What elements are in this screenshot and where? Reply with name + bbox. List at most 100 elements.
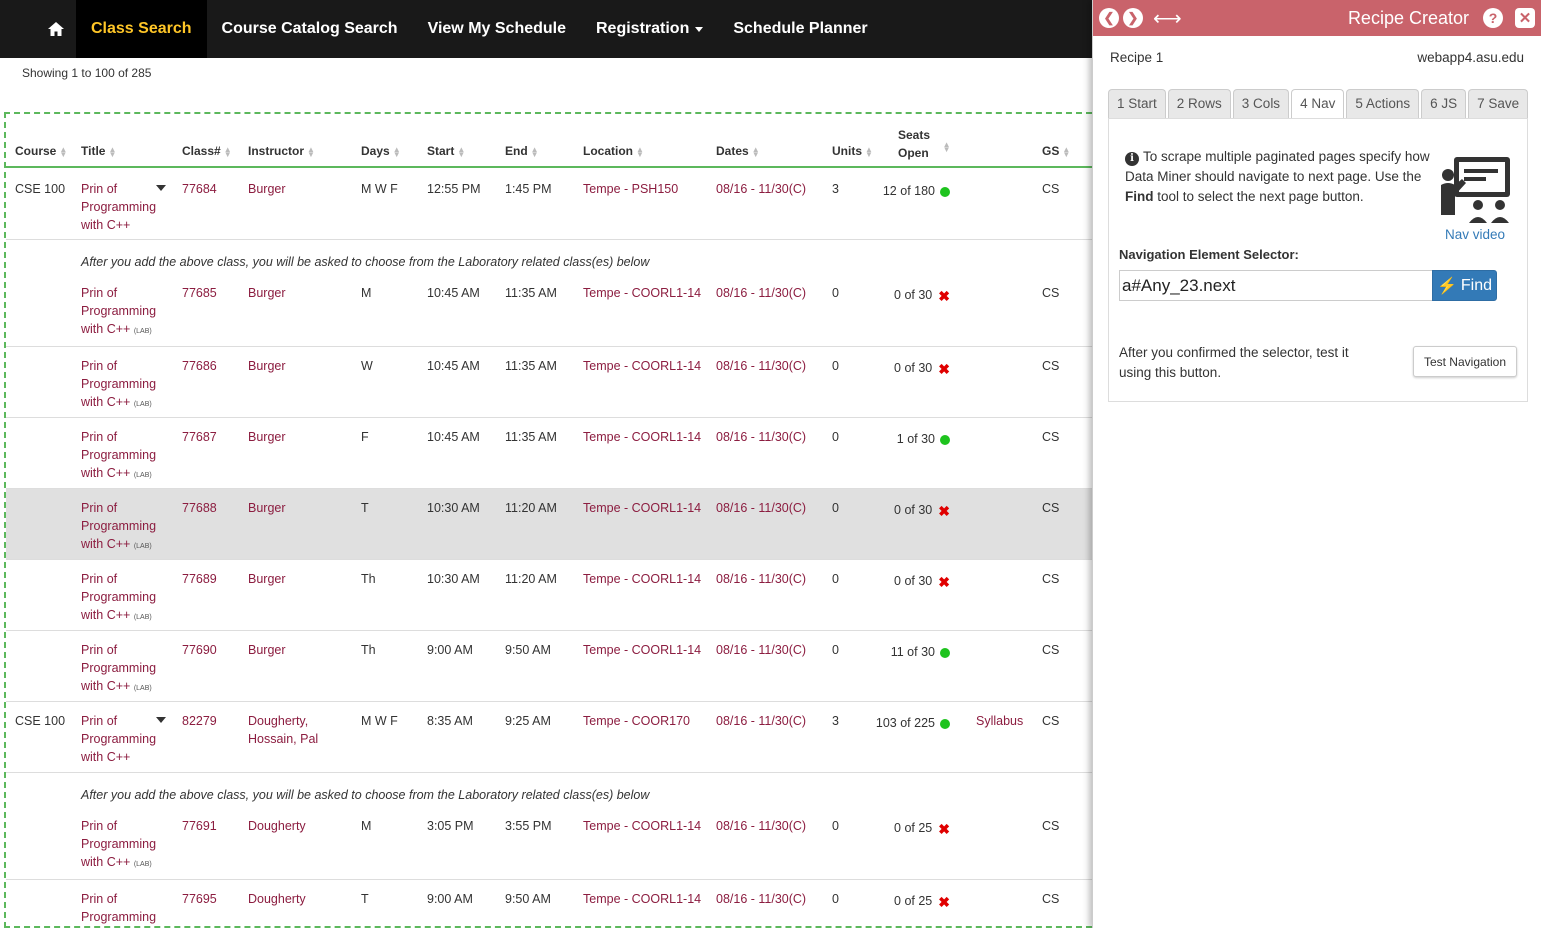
expand-caret-icon[interactable] xyxy=(156,717,166,723)
instructor-link[interactable]: Dougherty xyxy=(248,890,306,908)
col-end[interactable]: End ▲ ▼ xyxy=(505,144,539,158)
expand-caret-icon[interactable] xyxy=(156,185,166,191)
recipe-creator-panel: ❮ ❯ ⟷ Recipe Creator ? ✕ Recipe 1 webapp… xyxy=(1092,0,1541,928)
dates-link[interactable]: 08/16 - 11/30(C) xyxy=(716,428,806,446)
course-title-link[interactable]: Prin of Programming with C++ (LAB) xyxy=(81,817,171,874)
location-link[interactable]: Tempe - COORL1-14 xyxy=(583,570,701,588)
course-title-line: with C++ xyxy=(81,679,131,693)
resize-icon[interactable]: ⟷ xyxy=(1153,6,1182,31)
class-number-link[interactable]: 77691 xyxy=(182,817,217,835)
location-link[interactable]: Tempe - COORL1-14 xyxy=(583,641,701,659)
results-count: Showing 1 to 100 of 285 xyxy=(22,66,152,80)
location-link[interactable]: Tempe - COORL1-14 xyxy=(583,284,701,302)
course-title-link[interactable]: Prin of Programming with C++ (LAB) xyxy=(81,499,171,556)
instructor-link[interactable]: Burger xyxy=(248,357,286,375)
tab-nav[interactable]: 4 Nav xyxy=(1291,89,1345,119)
course-title-link[interactable]: Prin of Programming xyxy=(81,890,171,926)
start-time: 10:30 AM xyxy=(427,501,480,515)
col-open-label: Open xyxy=(898,146,929,160)
tab-start[interactable]: 1 Start xyxy=(1108,89,1166,118)
location-link[interactable]: Tempe - COORL1-14 xyxy=(583,499,701,517)
class-number-link[interactable]: 77687 xyxy=(182,428,217,446)
start-time: 10:45 AM xyxy=(427,430,480,444)
tab-cols[interactable]: 3 Cols xyxy=(1232,89,1290,118)
instructor-link[interactable]: Dougherty, Hossain, Pal xyxy=(248,712,318,748)
table-row: Prin of Programming 77695 Dougherty T 9:00 A… xyxy=(6,880,1092,926)
nav-view-my-schedule[interactable]: View My Schedule xyxy=(413,0,581,58)
dates-link[interactable]: 08/16 - 11/30(C) xyxy=(716,570,806,588)
col-instructor[interactable]: Instructor ▲ ▼ xyxy=(248,144,315,158)
dates-link[interactable]: 08/16 - 11/30(C) xyxy=(716,890,806,908)
nav-video-link[interactable]: Nav video xyxy=(1445,227,1505,242)
location-link[interactable]: Tempe - COORL1-14 xyxy=(583,428,701,446)
class-number-link[interactable]: 77684 xyxy=(182,180,217,198)
class-number-link[interactable]: 77690 xyxy=(182,641,217,659)
tab-rows[interactable]: 2 Rows xyxy=(1167,89,1231,118)
instructor-link[interactable]: Burger xyxy=(248,641,286,659)
close-icon[interactable]: ✕ xyxy=(1515,8,1535,28)
col-seats-open[interactable]: Seats Open ▲ ▼ xyxy=(898,126,951,162)
class-number-link[interactable]: 77685 xyxy=(182,284,217,302)
forward-icon[interactable]: ❯ xyxy=(1123,8,1143,28)
course-title-link[interactable]: Prin of Programming with C++ (LAB) xyxy=(81,641,171,698)
nav-schedule-planner[interactable]: Schedule Planner xyxy=(718,0,882,58)
col-days[interactable]: Days ▲ ▼ xyxy=(361,144,401,158)
location-link[interactable]: Tempe - COORL1-14 xyxy=(583,817,701,835)
class-number-link[interactable]: 77689 xyxy=(182,570,217,588)
location-link[interactable]: Tempe - PSH150 xyxy=(583,180,678,198)
dates-link[interactable]: 08/16 - 11/30(C) xyxy=(716,499,806,517)
location-link[interactable]: Tempe - COOR170 xyxy=(583,712,690,730)
dates-link[interactable]: 08/16 - 11/30(C) xyxy=(716,180,806,198)
tab-actions[interactable]: 5 Actions xyxy=(1346,89,1420,118)
dates-link[interactable]: 08/16 - 11/30(C) xyxy=(716,284,806,302)
seats-open: 12 of 180 xyxy=(866,182,950,200)
instructor-link[interactable]: Burger xyxy=(248,570,286,588)
course-title-link[interactable]: Prin of Programming with C++ (LAB) xyxy=(81,284,171,341)
dates-link[interactable]: 08/16 - 11/30(C) xyxy=(716,357,806,375)
course-title-link[interactable]: Prin of Programming with C++ (LAB) xyxy=(81,570,171,627)
col-course[interactable]: Course ▲ ▼ xyxy=(15,144,67,158)
class-number-link[interactable]: 77686 xyxy=(182,357,217,375)
col-gs[interactable]: GS ▲ ▼ xyxy=(1042,144,1070,158)
dates-link[interactable]: 08/16 - 11/30(C) xyxy=(716,712,806,730)
instructor-link[interactable]: Burger xyxy=(248,284,286,302)
nav-class-search[interactable]: Class Search xyxy=(76,0,207,58)
instructor-link[interactable]: Burger xyxy=(248,180,286,198)
gs-code: CS xyxy=(1042,430,1060,444)
instructor-link[interactable]: Burger xyxy=(248,428,286,446)
col-units-label: Units xyxy=(832,144,862,158)
home-icon[interactable] xyxy=(36,0,76,58)
syllabus-link[interactable]: Syllabus xyxy=(976,712,1023,730)
test-navigation-button[interactable]: Test Navigation xyxy=(1413,346,1517,377)
nav-registration[interactable]: Registration xyxy=(581,0,718,58)
selector-input[interactable] xyxy=(1119,270,1433,301)
class-number-link[interactable]: 77695 xyxy=(182,890,217,908)
tab-save[interactable]: 7 Save xyxy=(1468,89,1529,118)
nav-course-catalog-search[interactable]: Course Catalog Search xyxy=(207,0,413,58)
course-title-link[interactable]: Prin of Programming with C++ (LAB) xyxy=(81,428,171,485)
class-number-link[interactable]: 82279 xyxy=(182,712,217,730)
gs-code: CS xyxy=(1042,892,1060,906)
start-time: 10:45 AM xyxy=(427,359,480,373)
find-button[interactable]: ⚡ Find xyxy=(1432,270,1497,301)
course-title-link[interactable]: Prin of Programming with C++ (LAB) xyxy=(81,357,171,414)
col-dates[interactable]: Dates ▲ ▼ xyxy=(716,144,760,158)
instructor-link[interactable]: Burger xyxy=(248,499,286,517)
class-number-link[interactable]: 77688 xyxy=(182,499,217,517)
location-link[interactable]: Tempe - COORL1-14 xyxy=(583,357,701,375)
tab-js[interactable]: 6 JS xyxy=(1421,89,1467,118)
instructor-link[interactable]: Dougherty xyxy=(248,817,306,835)
dates-link[interactable]: 08/16 - 11/30(C) xyxy=(716,817,806,835)
col-start[interactable]: Start ▲ ▼ xyxy=(427,144,465,158)
col-title-label: Title xyxy=(81,144,106,158)
table-row: CSE 100 Prin of Programming with C++ 82279 D… xyxy=(6,702,1092,773)
back-icon[interactable]: ❮ xyxy=(1099,8,1119,28)
col-units[interactable]: Units ▲ ▼ xyxy=(832,144,873,158)
start-time: 12:55 PM xyxy=(427,182,481,196)
col-location[interactable]: Location ▲ ▼ xyxy=(583,144,644,158)
location-link[interactable]: Tempe - COORL1-14 xyxy=(583,890,701,908)
col-classnum[interactable]: Class# ▲ ▼ xyxy=(182,144,232,158)
col-title[interactable]: Title ▲ ▼ xyxy=(81,144,116,158)
dates-link[interactable]: 08/16 - 11/30(C) xyxy=(716,641,806,659)
help-icon[interactable]: ? xyxy=(1483,8,1503,28)
